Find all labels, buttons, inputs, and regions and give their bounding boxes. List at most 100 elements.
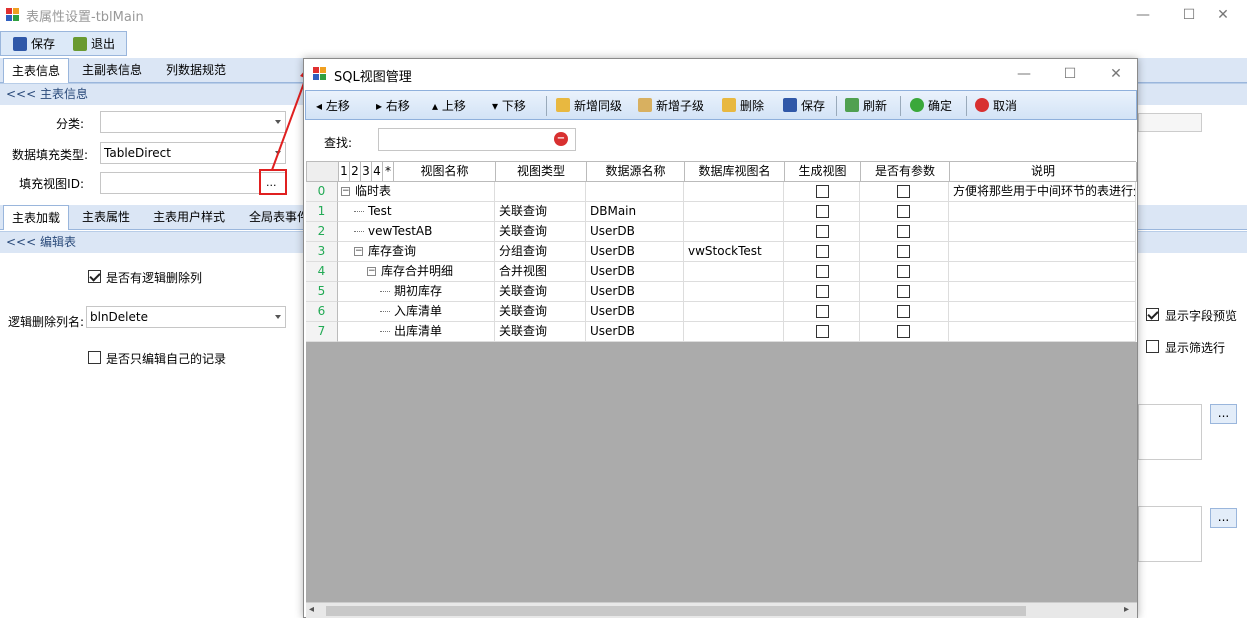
table-row[interactable]: 7 出库清单 关联查询 UserDB	[306, 322, 1136, 342]
tab-column-rules[interactable]: 列数据规范	[158, 58, 234, 83]
view-name-cell[interactable]: 期初库存	[338, 282, 495, 302]
db-view-cell[interactable]	[684, 322, 784, 342]
table-row[interactable]: 1 Test 关联查询 DBMain	[306, 202, 1136, 222]
view-name-cell[interactable]: − 库存查询	[338, 242, 495, 262]
table-row[interactable]: 4− 库存合并明细 合并视图 UserDB	[306, 262, 1136, 282]
gen-view-cell[interactable]	[784, 182, 860, 202]
move-down-button[interactable]: ▾ 下移	[492, 97, 526, 115]
has-params-checkbox[interactable]	[897, 245, 910, 258]
has-params-cell[interactable]	[860, 282, 949, 302]
has-params-checkbox[interactable]	[897, 285, 910, 298]
view-type-cell[interactable]: 关联查询	[495, 302, 586, 322]
tab-main-info[interactable]: 主表信息	[3, 58, 70, 83]
scroll-right-icon[interactable]: ▸	[1124, 604, 1129, 615]
show-preview-checkbox[interactable]	[1146, 308, 1159, 321]
right-textarea-2[interactable]	[1138, 506, 1202, 562]
gen-view-cell[interactable]	[784, 222, 860, 242]
row-index[interactable]: 7	[306, 322, 338, 342]
save-button[interactable]: 保存	[11, 35, 55, 53]
search-input[interactable]	[378, 128, 576, 151]
delete-button[interactable]: 删除	[720, 97, 764, 115]
db-view-cell[interactable]	[684, 282, 784, 302]
note-cell[interactable]	[949, 322, 1136, 342]
minimize-button[interactable]: —	[1120, 0, 1166, 30]
col-datasource[interactable]: 数据源名称	[587, 162, 685, 182]
note-cell[interactable]: 方便将那些用于中间环节的表进行分	[949, 182, 1136, 202]
right-textarea-1[interactable]	[1138, 404, 1202, 460]
datasource-cell[interactable]: UserDB	[586, 242, 684, 262]
gen-view-checkbox[interactable]	[816, 305, 829, 318]
table-row[interactable]: 3− 库存查询 分组查询 UserDB vwStockTest	[306, 242, 1136, 262]
dialog-minimize-button[interactable]: —	[1001, 59, 1047, 89]
dialog-save-button[interactable]: 保存	[781, 97, 825, 115]
note-cell[interactable]	[949, 262, 1136, 282]
datasource-cell[interactable]: UserDB	[586, 262, 684, 282]
view-name-cell[interactable]: Test	[338, 202, 495, 222]
datasource-cell[interactable]: UserDB	[586, 302, 684, 322]
note-cell[interactable]	[949, 222, 1136, 242]
tab-sub-info[interactable]: 主副表信息	[74, 58, 150, 83]
row-index[interactable]: 6	[306, 302, 338, 322]
datasource-cell[interactable]: UserDB	[586, 322, 684, 342]
gen-view-checkbox[interactable]	[816, 225, 829, 238]
view-type-cell[interactable]: 关联查询	[495, 322, 586, 342]
view-type-cell[interactable]: 关联查询	[495, 282, 586, 302]
table-row[interactable]: 5 期初库存 关联查询 UserDB	[306, 282, 1136, 302]
logic-delete-col-select[interactable]: blnDelete	[86, 306, 286, 328]
table-row[interactable]: 6 入库清单 关联查询 UserDB	[306, 302, 1136, 322]
row-index[interactable]: 1	[306, 202, 338, 222]
gen-view-checkbox[interactable]	[816, 325, 829, 338]
has-params-cell[interactable]	[860, 302, 949, 322]
col-note[interactable]: 说明	[950, 162, 1137, 182]
db-view-cell[interactable]	[684, 182, 784, 202]
note-cell[interactable]	[949, 242, 1136, 262]
category-select[interactable]	[100, 111, 286, 133]
level-2-header[interactable]: 2	[350, 162, 361, 182]
move-right-button[interactable]: ▸ 右移	[376, 97, 410, 115]
view-type-cell[interactable]: 关联查询	[495, 202, 586, 222]
has-params-cell[interactable]	[860, 262, 949, 282]
dialog-close-button[interactable]: ✕	[1093, 59, 1139, 89]
has-params-cell[interactable]	[860, 182, 949, 202]
fill-type-select[interactable]: TableDirect	[100, 142, 286, 164]
has-params-cell[interactable]	[860, 202, 949, 222]
db-view-cell[interactable]	[684, 202, 784, 222]
view-id-ellipsis-button[interactable]: ...	[266, 176, 277, 189]
add-sibling-button[interactable]: 新增同级	[554, 97, 622, 115]
gen-view-cell[interactable]	[784, 302, 860, 322]
col-db-view[interactable]: 数据库视图名	[685, 162, 785, 182]
collapse-icon[interactable]: −	[341, 187, 350, 196]
clear-search-icon[interactable]: −	[554, 132, 568, 146]
view-name-cell[interactable]: − 库存合并明细	[338, 262, 495, 282]
row-index[interactable]: 3	[306, 242, 338, 262]
has-params-cell[interactable]	[860, 222, 949, 242]
view-name-cell[interactable]: − 临时表	[338, 182, 495, 202]
has-params-checkbox[interactable]	[897, 205, 910, 218]
logic-delete-checkbox[interactable]	[88, 270, 101, 283]
col-gen-view[interactable]: 生成视图	[785, 162, 861, 182]
has-params-checkbox[interactable]	[897, 265, 910, 278]
tab-user-style[interactable]: 主表用户样式	[145, 205, 233, 230]
row-index[interactable]: 4	[306, 262, 338, 282]
row-index[interactable]: 5	[306, 282, 338, 302]
has-params-checkbox[interactable]	[897, 185, 910, 198]
level-star-header[interactable]: *	[383, 162, 394, 182]
db-view-cell[interactable]	[684, 262, 784, 282]
tab-main-load[interactable]: 主表加载	[3, 205, 70, 230]
has-params-checkbox[interactable]	[897, 225, 910, 238]
gen-view-cell[interactable]	[784, 242, 860, 262]
only-own-checkbox[interactable]	[88, 351, 101, 364]
level-4-header[interactable]: 4	[372, 162, 383, 182]
view-type-cell[interactable]: 关联查询	[495, 222, 586, 242]
collapse-icon[interactable]: −	[354, 247, 363, 256]
view-name-cell[interactable]: vewTestAB	[338, 222, 495, 242]
gen-view-checkbox[interactable]	[816, 265, 829, 278]
horizontal-scrollbar[interactable]: ◂ ▸	[306, 602, 1137, 618]
table-row[interactable]: 0− 临时表 方便将那些用于中间环节的表进行分	[306, 182, 1136, 202]
view-type-cell[interactable]: 分组查询	[495, 242, 586, 262]
refresh-button[interactable]: 刷新	[843, 97, 887, 115]
collapse-icon[interactable]: −	[367, 267, 376, 276]
db-view-cell[interactable]: vwStockTest	[684, 242, 784, 262]
datasource-cell[interactable]	[586, 182, 684, 202]
level-1-header[interactable]: 1	[339, 162, 350, 182]
